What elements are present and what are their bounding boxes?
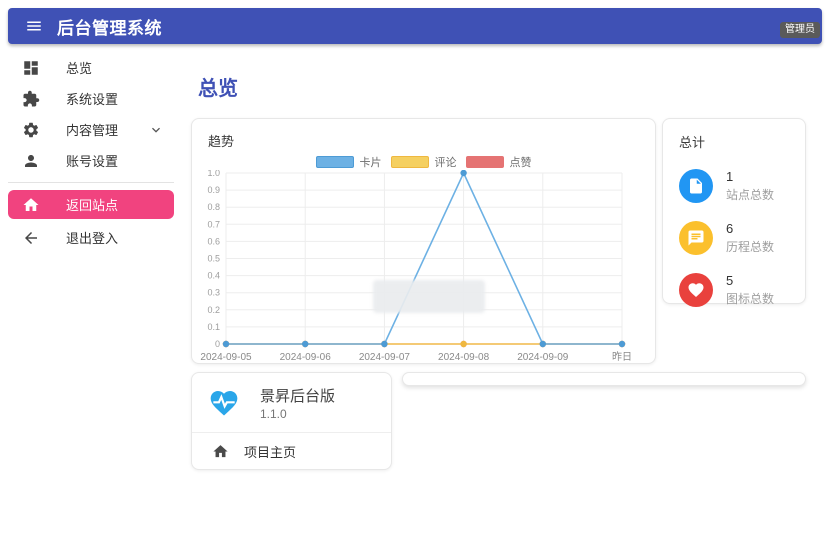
svg-text:0: 0 (215, 339, 220, 349)
svg-text:2024-09-09: 2024-09-09 (517, 352, 569, 363)
legend-label: 卡片 (359, 157, 382, 169)
chart-card-title: 趋势 (208, 134, 235, 149)
svg-text:0.7: 0.7 (207, 219, 220, 229)
settings-gear-icon (22, 121, 40, 139)
legend-item[interactable]: 点赞 (465, 154, 532, 170)
empty-pill-card (402, 372, 806, 386)
project-home-link[interactable]: 项目主页 (192, 433, 391, 470)
svg-text:0.9: 0.9 (207, 185, 220, 195)
svg-text:2024-09-05: 2024-09-05 (200, 352, 252, 363)
project-home-label: 项目主页 (244, 445, 297, 460)
chat-icon (679, 221, 713, 255)
heart-pulse-icon (208, 387, 244, 419)
sidebar-item-overview[interactable]: 总览 (8, 52, 174, 83)
svg-text:0.6: 0.6 (207, 236, 220, 246)
app-title: 后台管理系统 (57, 18, 162, 38)
trend-chart: 1.0 0.9 0.8 0.7 0.6 0.5 0.4 0.3 0.2 0.1 0 2024-09-0… (200, 170, 632, 363)
svg-text:0.8: 0.8 (207, 202, 220, 212)
legend-item[interactable]: 评论 (390, 154, 457, 170)
sidebar-item-system-settings[interactable]: 系统设置 (8, 83, 174, 114)
page-title: 总览 (198, 78, 238, 100)
totals-card-title: 总计 (679, 135, 706, 150)
sidebar-item-account-settings[interactable]: 账号设置 (8, 145, 174, 176)
sidebar: 总览 系统设置 内容管理 账号设置 返回站点 退出登入 (8, 52, 174, 253)
svg-text:0.1: 0.1 (207, 322, 220, 332)
sidebar-item-content-management[interactable]: 内容管理 (8, 114, 174, 145)
file-icon (679, 169, 713, 203)
chart-legend: 卡片 评论 点赞 (192, 155, 655, 169)
stat-value: 6 (726, 221, 734, 236)
svg-text:昨日: 昨日 (612, 351, 632, 363)
stat-label: 历程总数 (726, 240, 775, 254)
stat-row-icons: 5 图标总数 (679, 273, 789, 307)
app-bar: 后台管理系统 管理员 (8, 8, 822, 44)
app-name: 景昇后台版 (260, 387, 336, 405)
svg-text:0.3: 0.3 (207, 288, 220, 298)
sidebar-item-label: 退出登入 (66, 231, 119, 246)
app-version: 1.1.0 (260, 406, 287, 421)
svg-text:1.0: 1.0 (207, 170, 220, 178)
dashboard-icon (22, 59, 40, 77)
svg-text:2024-09-08: 2024-09-08 (438, 352, 490, 363)
sidebar-item-label: 系统设置 (66, 92, 119, 107)
stat-label: 站点总数 (726, 188, 775, 202)
legend-swatch (465, 156, 504, 168)
svg-text:2024-09-07: 2024-09-07 (359, 352, 411, 363)
extension-icon (22, 90, 40, 108)
legend-label: 点赞 (509, 157, 532, 169)
sidebar-item-label: 内容管理 (66, 123, 119, 138)
home-icon (212, 443, 229, 460)
legend-label: 评论 (434, 157, 457, 169)
svg-text:0.4: 0.4 (207, 271, 220, 281)
back-arrow-icon (22, 229, 40, 247)
stat-label: 图标总数 (726, 292, 775, 306)
sidebar-item-back-to-site[interactable]: 返回站点 (8, 190, 174, 219)
blurred-watermark (373, 280, 485, 313)
sidebar-item-label: 返回站点 (66, 198, 119, 213)
sidebar-divider (8, 182, 174, 183)
svg-text:2024-09-06: 2024-09-06 (280, 352, 332, 363)
trend-chart-card: 趋势 卡片 评论 点赞 1.0 0.9 0.8 0.7 0.6 0.5 0.4 0.3 0.2 0.1… (191, 118, 656, 364)
stat-value: 1 (726, 169, 734, 184)
sidebar-item-label: 账号设置 (66, 154, 119, 169)
admin-role-badge: 管理员 (780, 22, 820, 38)
app-info-card: 景昇后台版 1.1.0 项目主页 (191, 372, 392, 470)
sidebar-item-label: 总览 (66, 61, 93, 76)
heart-icon (679, 273, 713, 307)
stat-row-sites: 1 站点总数 (679, 169, 789, 203)
legend-swatch (390, 156, 429, 168)
stat-row-history: 6 历程总数 (679, 221, 789, 255)
chart-area: 1.0 0.9 0.8 0.7 0.6 0.5 0.4 0.3 0.2 0.1 0 2024-09-0… (192, 170, 655, 366)
legend-swatch (315, 156, 354, 168)
svg-text:0.5: 0.5 (207, 254, 220, 264)
menu-icon[interactable] (25, 17, 43, 35)
admin-dashboard-page: 后台管理系统 管理员 总览 系统设置 内容管理 账号设置 返回站点 退出登入 总… (0, 0, 826, 546)
home-icon (22, 196, 40, 214)
app-info-header: 景昇后台版 1.1.0 (192, 373, 391, 432)
chevron-down-icon[interactable] (148, 122, 164, 138)
sidebar-item-logout[interactable]: 退出登入 (8, 222, 174, 253)
legend-item[interactable]: 卡片 (315, 154, 382, 170)
totals-card: 总计 1 站点总数 6 历程总数 5 图标总数 (662, 118, 806, 307)
stat-value: 5 (726, 273, 734, 288)
person-icon (22, 152, 40, 170)
svg-text:0.2: 0.2 (207, 305, 220, 315)
